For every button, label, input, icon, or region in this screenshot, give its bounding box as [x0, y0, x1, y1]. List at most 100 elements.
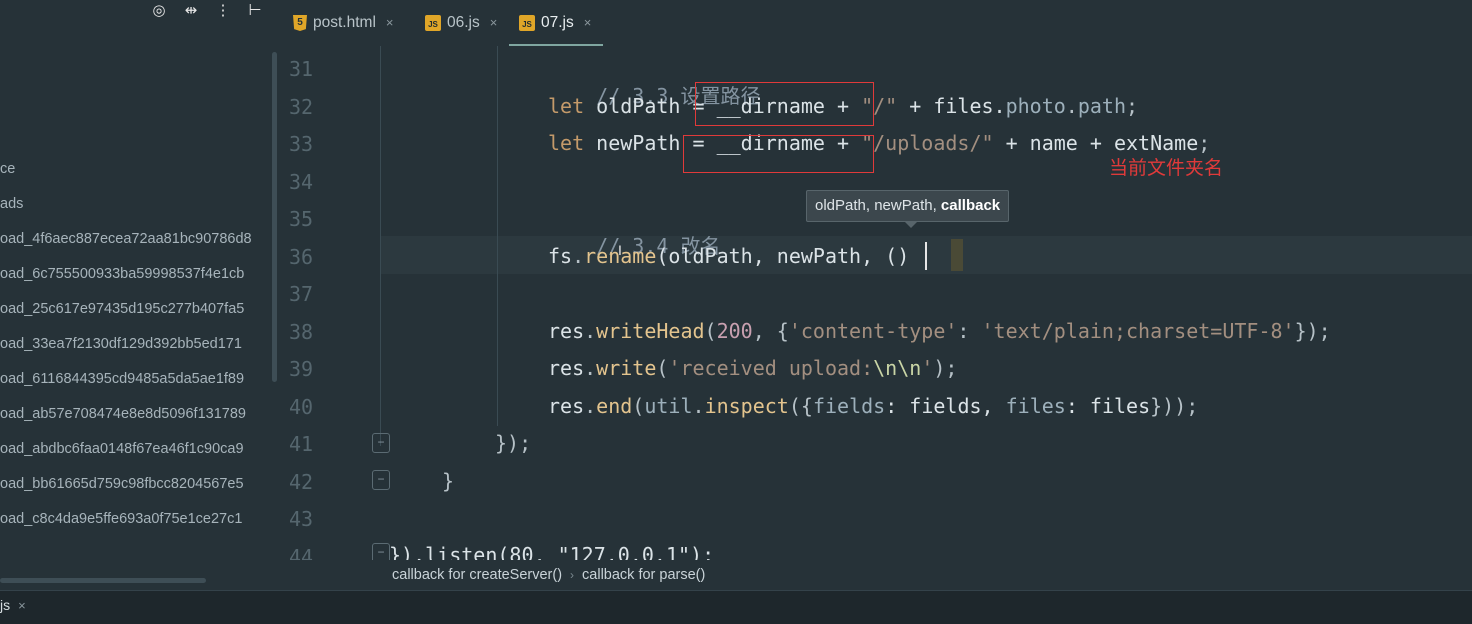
file-tree-item[interactable]: oad_25c617e97435d195c277b407fa5: [0, 298, 283, 333]
code-text: + files.: [897, 94, 1006, 118]
file-tree-item[interactable]: oad_c8c4da9e5ffe693a0f75e1ce27c1: [0, 508, 283, 543]
annotation-box: [695, 82, 874, 126]
code-property: path: [1077, 94, 1127, 118]
file-tree-item[interactable]: oad_abdbc6faa0148f67ea46f1c90ca9: [0, 438, 283, 473]
indent-guide: [497, 46, 498, 426]
tooltip-arrow-icon: [904, 221, 918, 228]
line-number: 41: [289, 432, 314, 456]
code-text: });: [495, 431, 532, 455]
line-number: 37: [289, 282, 314, 306]
line-number: 43: [289, 507, 314, 531]
code-text: .: [584, 319, 597, 343]
line-number: 40: [289, 395, 314, 419]
close-icon[interactable]: ×: [18, 598, 26, 613]
line-number: 44: [289, 545, 314, 560]
code-text: (oldPath, newPath,: [656, 244, 886, 268]
code-text: res: [548, 319, 585, 343]
code-function: write: [596, 356, 657, 380]
mouse-ibeam-icon: I: [618, 242, 622, 258]
code-property: photo: [1005, 94, 1066, 118]
chevron-right-icon: ›: [570, 568, 575, 582]
code-text: (: [656, 356, 669, 380]
fold-marker-icon[interactable]: −: [372, 470, 390, 490]
code-text: : fields,: [885, 394, 1006, 418]
file-tree-item[interactable]: oad_bb61665d759c98fbcc8204567e5: [0, 473, 283, 508]
line-number: 42: [289, 470, 314, 494]
hide-icon[interactable]: ⊢: [246, 1, 264, 19]
code-property: files: [1005, 394, 1066, 418]
js-file-icon: JS: [425, 15, 441, 31]
close-icon[interactable]: ×: [584, 8, 592, 38]
editor-tab-bar: 5 post.html × JS 06.js × JS 07.js ×: [283, 0, 1472, 46]
tab-label: post.html: [313, 14, 376, 31]
code-text: .: [572, 244, 585, 268]
breadcrumb: callback for createServer() › callback f…: [283, 560, 1472, 590]
code-string: ': [921, 356, 934, 380]
line-number: 32: [289, 95, 314, 119]
project-sidebar: ◎ ⇹ ⋮ ⊢ ce ads oad_4f6aec887ecea72aa81bc…: [0, 0, 284, 590]
tab-label: 07.js: [541, 14, 574, 31]
code-text: }).listen(80, "127.0.0.1");: [389, 543, 715, 560]
code-string: "/uploads/": [861, 131, 994, 155]
close-icon[interactable]: ×: [490, 8, 498, 38]
file-tree-item[interactable]: ads: [0, 193, 283, 228]
tab-post-html[interactable]: 5 post.html ×: [293, 6, 393, 40]
code-text: + name + extName: [993, 131, 1199, 155]
code-text: fs: [548, 244, 573, 268]
annotation-box: [683, 135, 874, 173]
code-text: .: [1065, 94, 1078, 118]
code-keyword: let: [548, 131, 585, 155]
code-text: res: [548, 356, 585, 380]
file-tree-item[interactable]: oad_6116844395cd9485a5da5ae1f89: [0, 368, 283, 403]
file-tree-item[interactable]: oad_ab57e708474e8e8d5096f131789: [0, 403, 283, 438]
collapse-icon[interactable]: ⇹: [182, 1, 200, 19]
code-text: ;: [1126, 94, 1139, 118]
code-keyword: let: [548, 94, 585, 118]
tab-07-js[interactable]: JS 07.js ×: [519, 6, 591, 40]
code-line-44: }).listen(80, "127.0.0.1");: [389, 543, 714, 560]
code-text: });: [1294, 319, 1331, 343]
code-text: ({: [788, 394, 813, 418]
file-tree-item[interactable]: oad_6c755500933ba59998537f4e1cb: [0, 263, 283, 298]
line-number: 31: [289, 57, 314, 81]
fold-marker-icon[interactable]: −: [372, 433, 390, 453]
parameter-hint-tooltip: oldPath, newPath, callback: [806, 190, 1010, 222]
line-number: 34: [289, 170, 314, 194]
sidebar-horizontal-scrollbar[interactable]: [0, 578, 206, 583]
indent-guide: [380, 46, 381, 446]
target-icon[interactable]: ◎: [150, 1, 168, 19]
tab-06-js[interactable]: JS 06.js ×: [425, 6, 497, 40]
tab-label: 06.js: [447, 14, 480, 31]
sidebar-toolbar: ◎ ⇹ ⋮ ⊢: [150, 0, 264, 20]
fold-marker-icon[interactable]: −: [372, 543, 390, 560]
breadcrumb-item[interactable]: callback for parse(): [582, 567, 705, 583]
code-text: (: [632, 394, 645, 418]
close-icon[interactable]: ×: [386, 8, 394, 38]
code-editor[interactable]: 31 32 33 34 35 36 37 38 39 40 41 42 43 4…: [283, 46, 1472, 560]
sidebar-vertical-scrollbar[interactable]: [272, 52, 277, 382]
bottom-tab[interactable]: js ×: [0, 597, 26, 613]
code-text: (): [885, 244, 910, 268]
code-string: 'text/plain;charset=UTF-8': [981, 319, 1295, 343]
file-tree-item[interactable]: oad_33ea7f2130df129d392bb5ed171: [0, 333, 283, 368]
code-function: end: [596, 394, 633, 418]
code-escape: \n\n: [873, 356, 922, 380]
code-text: .: [692, 394, 705, 418]
code-identifier: util: [644, 394, 693, 418]
breadcrumb-item[interactable]: callback for createServer(): [392, 567, 562, 583]
line-number: 36: [289, 245, 314, 269]
annotation-note: 当前文件夹名: [1109, 157, 1224, 179]
code-line-42: }: [442, 469, 454, 493]
menu-icon[interactable]: ⋮: [214, 1, 232, 19]
html5-icon: 5: [293, 15, 307, 31]
line-number: 33: [289, 132, 314, 156]
bracket-highlight: [951, 239, 963, 271]
file-tree-item[interactable]: ce: [0, 158, 283, 193]
line-number: 39: [289, 357, 314, 381]
file-tree-item[interactable]: oad_4f6aec887ecea72aa81bc90786d8: [0, 228, 283, 263]
code-line-38: res.writeHead(200, {'content-type': 'tex…: [548, 319, 1331, 343]
line-number: 38: [289, 320, 314, 344]
code-string: 'received upload:: [668, 356, 874, 380]
code-number: 200: [716, 319, 753, 343]
code-function: writeHead: [596, 319, 705, 343]
